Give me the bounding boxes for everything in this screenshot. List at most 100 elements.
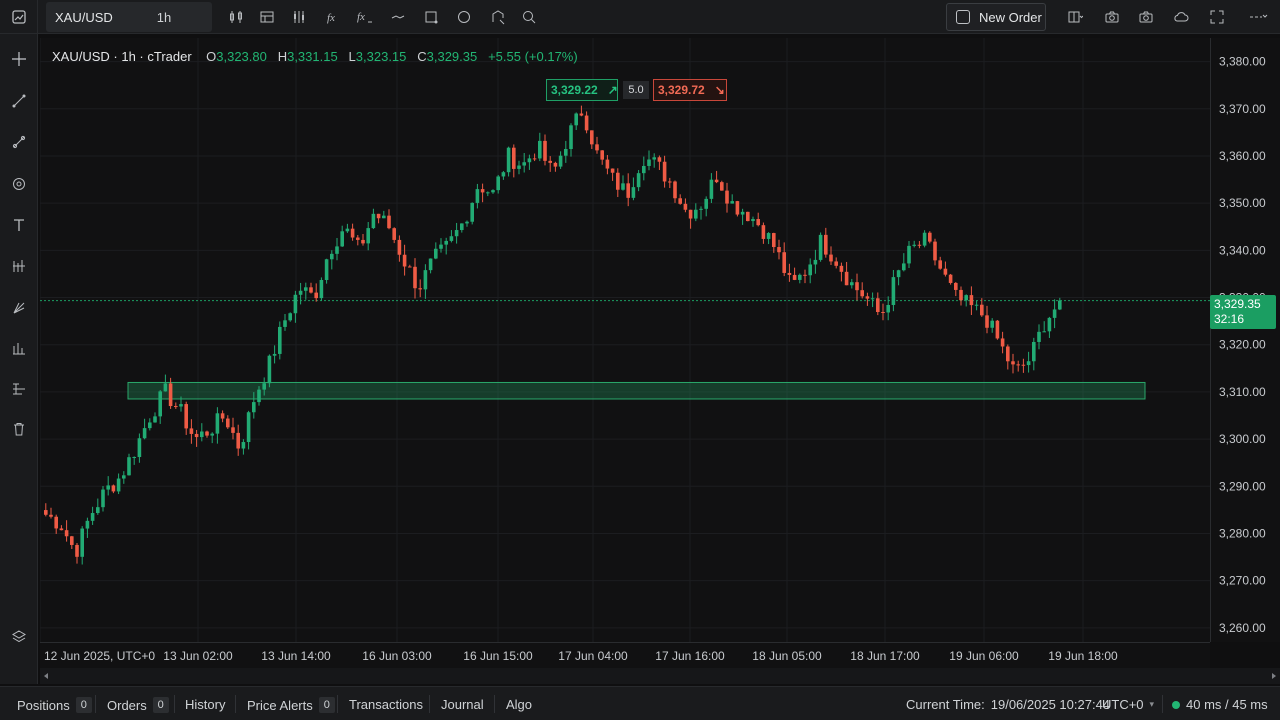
svg-text:fx: fx <box>357 11 365 23</box>
new-order-button[interactable]: New Order <box>946 3 1046 31</box>
candle-body <box>600 150 604 160</box>
tab-algo[interactable]: Algo <box>506 697 532 712</box>
layers-button[interactable] <box>7 625 31 649</box>
tab-positions[interactable]: Positions 0 <box>17 697 92 713</box>
candle-body <box>642 165 646 174</box>
fullscreen-button[interactable] <box>1206 6 1228 28</box>
candle-body <box>527 158 532 163</box>
candle-body <box>1058 300 1062 310</box>
measure-tool[interactable] <box>7 336 31 360</box>
scroll-left-icon[interactable] <box>44 673 48 679</box>
timezone-selector[interactable]: UTC+0 ▾ <box>1102 697 1154 712</box>
candle-body <box>631 187 636 198</box>
open-value: 3,323.80 <box>216 49 267 64</box>
tab-orders[interactable]: Orders 0 <box>107 697 169 713</box>
candle-body <box>413 266 417 289</box>
candle-body <box>371 213 376 229</box>
candle-body <box>538 140 542 159</box>
trend-line-tool[interactable] <box>7 89 31 113</box>
candle-body <box>257 389 261 403</box>
crosshair-icon <box>12 52 26 66</box>
chart-title: XAU/USD · 1h · cTrader <box>52 49 192 64</box>
symbol-selector[interactable]: XAU/USD 1h <box>46 2 212 32</box>
candle-body <box>387 215 391 229</box>
candle-body <box>501 172 506 177</box>
time-tick-label: 13 Jun 02:00 <box>163 649 233 663</box>
scroll-right-icon[interactable] <box>1272 673 1276 679</box>
candle-body <box>1032 341 1036 362</box>
price-axis[interactable]: 3,380.00 3,370.00 3,360.00 3,350.00 3,340.00… <box>1210 38 1280 642</box>
price-alert-icon <box>492 10 505 25</box>
fibonacci-tool[interactable] <box>7 254 31 278</box>
compare-button[interactable] <box>289 6 311 28</box>
candlestick-chart[interactable] <box>39 38 1210 642</box>
gann-tool[interactable] <box>7 296 31 320</box>
layout-split-button[interactable] <box>1064 6 1086 28</box>
buy-quote-button[interactable]: 3,329.22 ↗ <box>546 79 618 101</box>
candle-body <box>402 254 407 267</box>
candle-body <box>714 179 719 183</box>
candle-body <box>356 237 360 240</box>
alert-tool-button[interactable] <box>487 6 509 28</box>
chart-type-button[interactable] <box>225 6 247 28</box>
tab-transactions-label: Transactions <box>349 697 423 712</box>
delete-drawings-button[interactable] <box>7 417 31 441</box>
tab-journal[interactable]: Journal <box>441 697 484 712</box>
candle-body <box>657 157 662 162</box>
candle-body <box>512 147 516 169</box>
timeframe-label[interactable]: 1h <box>157 10 171 25</box>
tab-positions-label: Positions <box>17 697 70 713</box>
candle-body <box>70 536 74 545</box>
tab-algo-label: Algo <box>506 697 533 712</box>
custom-indicators-button[interactable]: fx <box>354 6 376 28</box>
ray-tool[interactable] <box>7 130 31 154</box>
ellipse-tool-button[interactable] <box>453 6 475 28</box>
candle-body <box>335 246 339 254</box>
target-icon <box>13 178 25 190</box>
close-value: 3,329.35 <box>426 49 478 64</box>
rectangle-tool-button[interactable] <box>420 6 442 28</box>
divider <box>235 695 236 713</box>
candle-body <box>839 265 844 272</box>
measure-icon <box>13 343 25 355</box>
connection-status: 40 ms / 45 ms <box>1172 697 1268 712</box>
arrow-up-right-icon: ↗ <box>607 83 618 97</box>
trendline-tool-button[interactable] <box>387 6 409 28</box>
time-axis[interactable]: 12 Jun 2025, UTC+0 13 Jun 02:00 13 Jun 14:… <box>40 642 1210 668</box>
tab-transactions[interactable]: Transactions <box>349 697 423 712</box>
more-options-button[interactable] <box>1243 6 1273 28</box>
candle-body <box>366 228 370 244</box>
horizontal-scrollbar[interactable] <box>40 668 1280 684</box>
position-tool[interactable] <box>7 377 31 401</box>
tab-price-alerts[interactable]: Price Alerts 0 <box>247 697 335 713</box>
snapshot-share-button[interactable] <box>1135 6 1157 28</box>
price-chart[interactable] <box>39 38 1210 642</box>
candle-body <box>174 406 178 408</box>
candle-body <box>995 320 1000 339</box>
zoom-tool-button[interactable] <box>518 6 540 28</box>
cloud-save-button[interactable] <box>1170 6 1192 28</box>
candle-body <box>725 190 729 204</box>
sell-quote-button[interactable]: 3,329.72 ↘ <box>653 79 727 101</box>
candle-body <box>699 208 703 210</box>
layout-button[interactable] <box>0 0 38 34</box>
pattern-tool[interactable] <box>7 172 31 196</box>
crosshair-tool[interactable] <box>7 47 31 71</box>
compare-icon <box>294 11 304 23</box>
templates-button[interactable] <box>256 6 278 28</box>
indicators-button[interactable]: fx <box>323 6 345 28</box>
text-tool[interactable] <box>7 213 31 237</box>
candle-body <box>626 183 630 198</box>
candle-body <box>694 209 698 219</box>
tab-history[interactable]: History <box>185 697 225 712</box>
text-icon <box>14 219 24 231</box>
snapshot-button[interactable] <box>1101 6 1123 28</box>
candle-body <box>896 270 901 278</box>
candle-body <box>361 239 365 244</box>
time-tick-label: 18 Jun 05:00 <box>752 649 822 663</box>
candle-body <box>855 282 859 291</box>
time-tick-label: 19 Jun 18:00 <box>1048 649 1118 663</box>
scroll-arrows <box>44 673 1276 679</box>
candle-body <box>111 485 116 492</box>
candle-body <box>1047 317 1052 332</box>
